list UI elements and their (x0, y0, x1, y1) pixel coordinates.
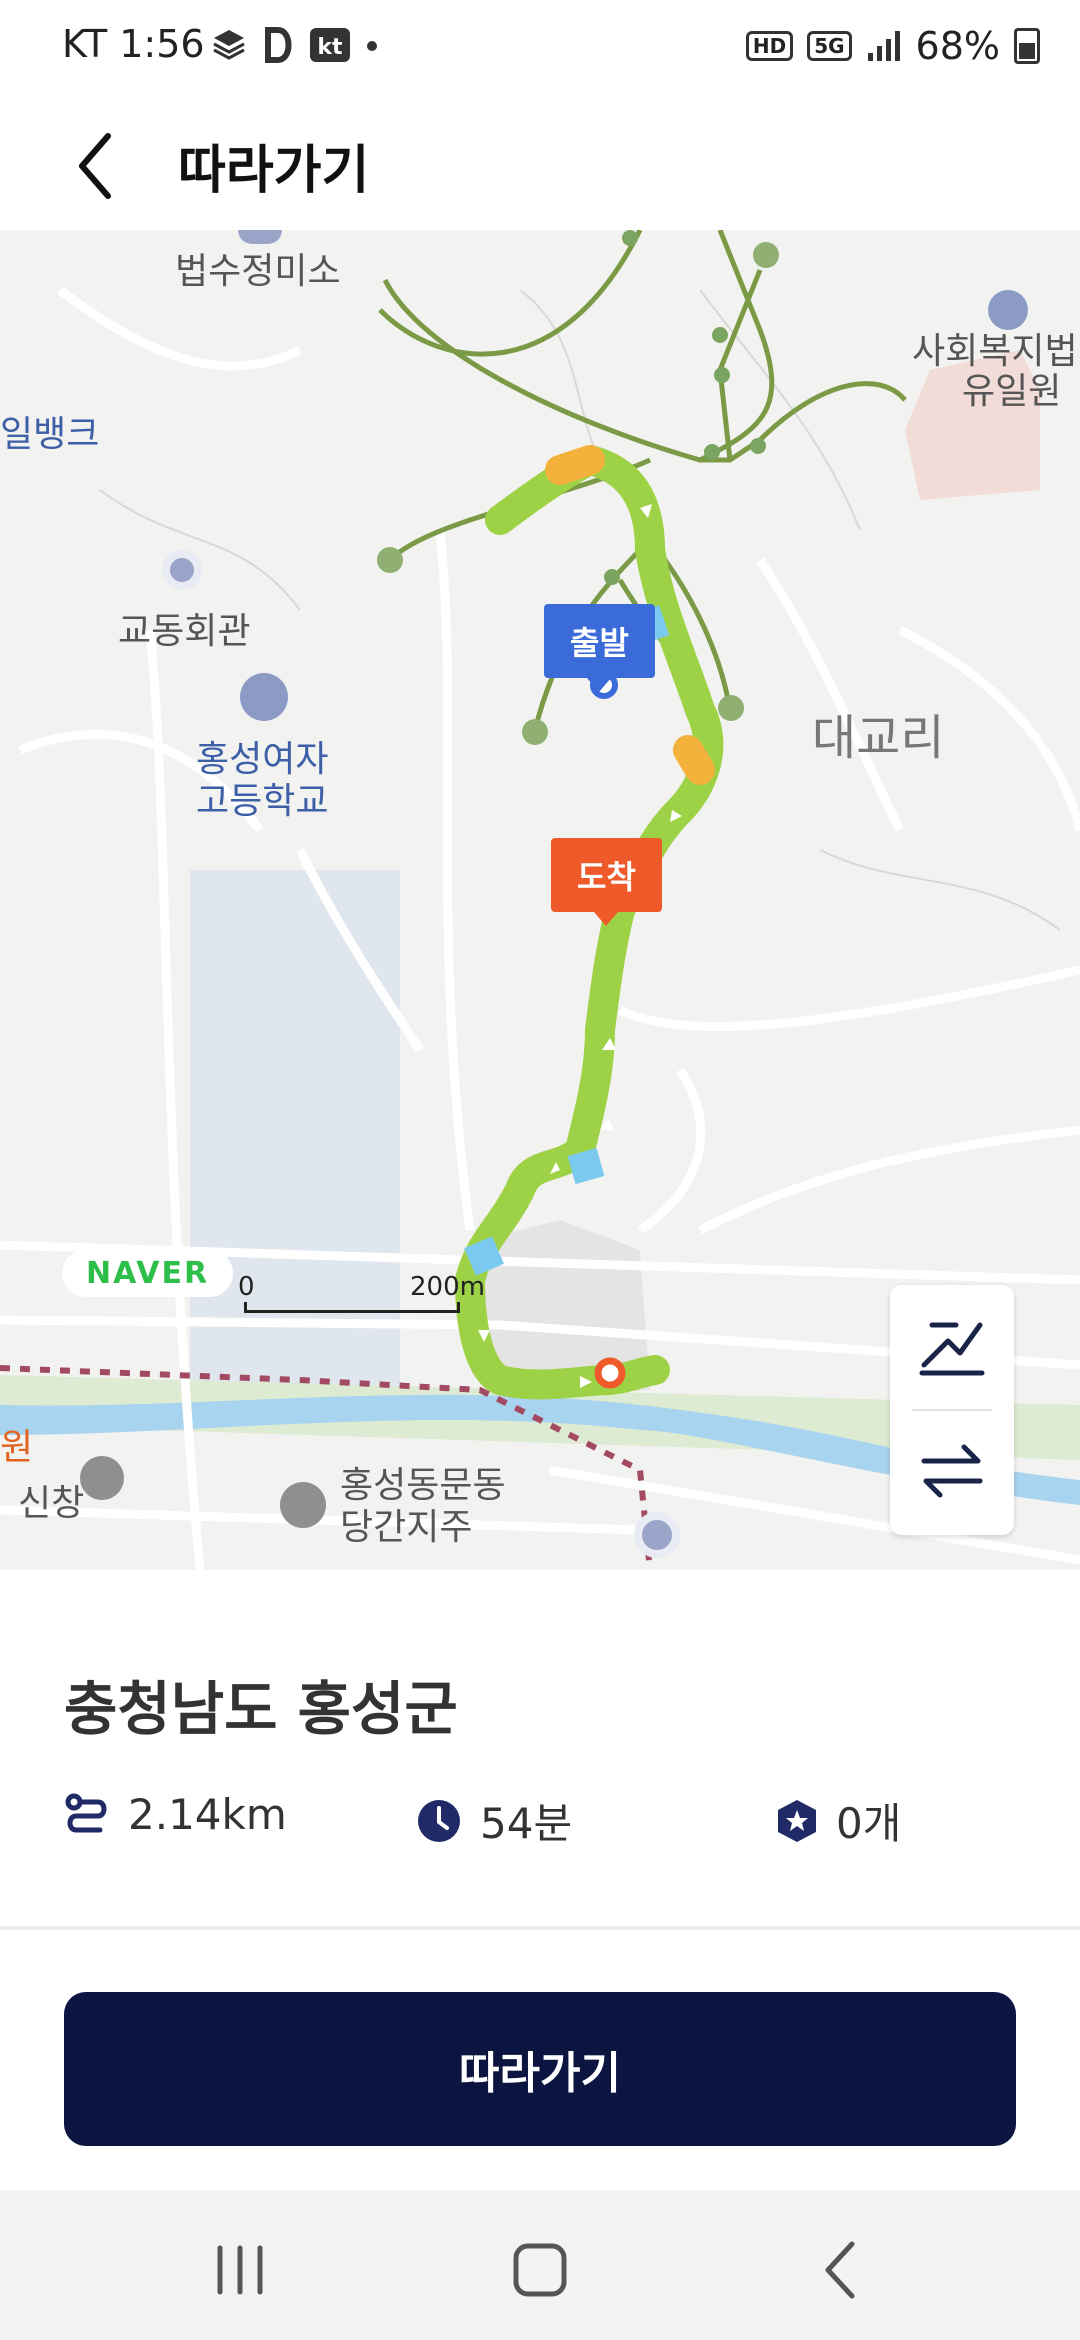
status-time: KT 1:56 (62, 22, 205, 66)
map-label-welfare-2: 유일원 (962, 371, 1062, 412)
map-tool-panel (890, 1285, 1014, 1535)
school-area (190, 870, 400, 1430)
app-header: 따라가기 (0, 100, 1080, 230)
status-bar: KT 1:56 kt HD 5G 68% (0, 0, 1080, 100)
follow-route-button[interactable]: 따라가기 (64, 1992, 1016, 2146)
elevation-profile-icon[interactable] (912, 1307, 992, 1387)
home-icon[interactable] (500, 2230, 580, 2310)
route-segment-orange (673, 735, 715, 785)
end-point (594, 1357, 626, 1389)
kt-app-icon: kt (310, 28, 350, 62)
region-name: 충청남도 홍성군 (64, 1675, 458, 1743)
5g-icon: 5G (807, 31, 852, 61)
distance-value: 2.14km (128, 1790, 287, 1839)
scale-bar (244, 1302, 460, 1313)
route-map[interactable]: 법수정미소 일뱅크 사회복지법 유일원 교동회관 홍성여자 고등학교 대교리 원… (0, 230, 1080, 1570)
flag-poi-icon (280, 1482, 326, 1528)
status-left-icons: kt (210, 26, 380, 64)
back-icon[interactable] (800, 2230, 880, 2310)
chevron-left-icon[interactable] (60, 120, 140, 210)
start-marker[interactable]: 출발 (544, 604, 655, 692)
map-label-left-edge: 원 (0, 1427, 34, 1468)
map-label-school-2: 고등학교 (196, 781, 329, 822)
page-title: 따라가기 (178, 141, 370, 201)
map-label-hall: 교동회관 (118, 611, 251, 652)
duration-value: 54분 (480, 1799, 573, 1848)
hd-voice-icon: HD (745, 31, 794, 61)
duration-stat: 54분 (416, 1790, 572, 1851)
home-poi-icon (80, 1456, 124, 1500)
clock-icon (418, 1799, 460, 1842)
d-app-icon (265, 27, 292, 63)
stamp-badge-icon (778, 1799, 816, 1842)
naver-logo: NAVER (62, 1250, 234, 1297)
stamp-count: 0개 (836, 1799, 902, 1848)
map-label-shinchang: 신창 (18, 1483, 85, 1524)
layers-icon (213, 30, 245, 60)
map-label-temple: 법수정미소 (175, 251, 341, 292)
map-label-bank: 일뱅크 (0, 414, 100, 455)
status-right-icons: HD 5G 68% (745, 24, 1040, 68)
route-segment-orange (545, 445, 605, 485)
school-icon (240, 673, 288, 721)
map-label-district: 대교리 (812, 710, 945, 766)
signal-icon (867, 31, 900, 61)
section-divider (0, 1926, 1080, 1930)
station-poi-icon (634, 1512, 680, 1558)
map-label-shrine-2: 당간지주 (340, 1507, 473, 1548)
route-stats: 2.14km 54분 0개 (64, 1790, 1024, 1870)
scale-distance-label: 200m (410, 1272, 485, 1302)
svg-text:kt: kt (317, 35, 343, 60)
notification-dot-icon (367, 41, 377, 51)
tool-separator (912, 1409, 992, 1411)
end-marker[interactable]: 도착 (551, 838, 662, 926)
battery-percent: 68% (915, 24, 1000, 68)
system-nav-bar (0, 2190, 1080, 2340)
stamp-stat: 0개 (776, 1790, 901, 1851)
swap-direction-icon[interactable] (912, 1431, 992, 1511)
hall-icon (162, 550, 202, 590)
distance-stat: 2.14km (64, 1790, 287, 1839)
route-segment-blue (567, 1147, 605, 1185)
route-segment-blue (464, 1236, 504, 1276)
scale-zero-label: 0 (238, 1272, 255, 1302)
recent-apps-icon[interactable] (200, 2230, 280, 2310)
battery-icon (1014, 28, 1040, 64)
route-distance-icon (65, 1793, 107, 1832)
